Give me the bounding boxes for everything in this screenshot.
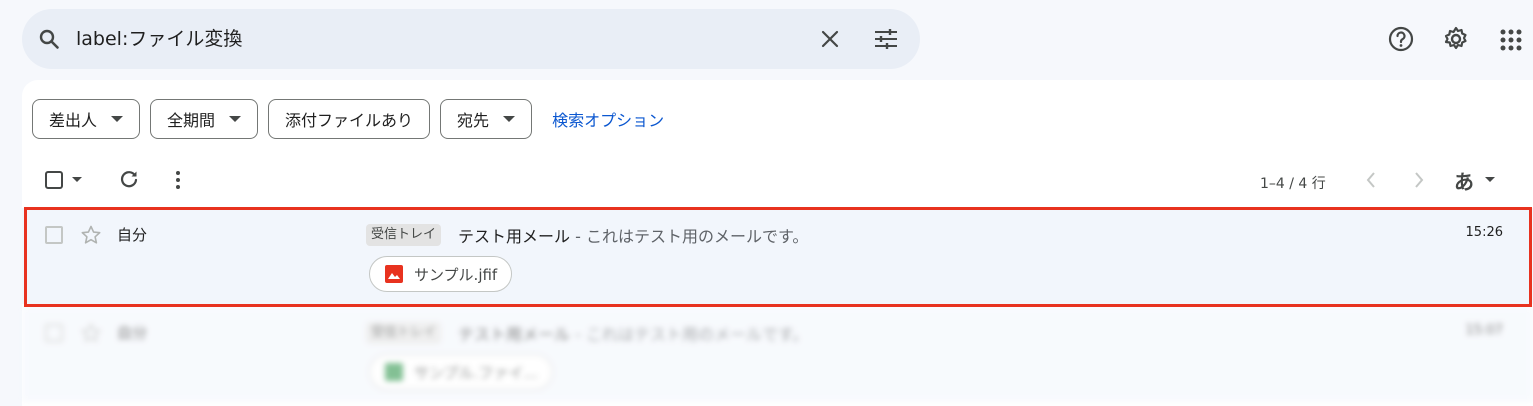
attachment-chip[interactable]: サンプル.jfif <box>369 256 513 292</box>
select-all-checkbox[interactable] <box>44 170 64 190</box>
dropdown-caret-icon <box>111 116 124 122</box>
mail-list-panel: 差出人 全期間 添付ファイルあり 宛先 検索オプション 1–4 / 4 行 あ … <box>22 80 1533 406</box>
attachment-chip[interactable]: サンプル.ファイ... <box>369 354 553 390</box>
settings-gear-icon[interactable] <box>1442 25 1470 53</box>
star-icon[interactable] <box>80 322 102 344</box>
sheet-icon <box>385 363 403 381</box>
list-toolbar: 1–4 / 4 行 あ <box>22 162 1533 198</box>
filter-chip-from[interactable]: 差出人 <box>32 99 141 139</box>
search-options-icon[interactable] <box>873 27 899 51</box>
email-time: 15:26 <box>1465 225 1503 240</box>
email-subject-line: テスト用メール - これはテスト用のメールです。 <box>458 223 808 247</box>
chip-label: 宛先 <box>457 111 490 130</box>
attachment-name: サンプル.ファイ... <box>414 363 538 382</box>
email-row[interactable]: 自分 受信トレイ テスト用メール - これはテスト用のメールです。 15:26 … <box>22 208 1533 304</box>
chip-label: 添付ファイルあり <box>285 111 414 130</box>
chip-label: 全期間 <box>167 111 216 130</box>
email-snippet: - これはテスト用のメールです。 <box>570 325 809 344</box>
gmail-window: label:ファイル変換 差出人 全期間 添付ファイルあり 宛先 検索オプション… <box>0 0 1533 406</box>
advanced-search-link[interactable]: 検索オプション <box>552 107 664 131</box>
label-badge[interactable]: 受信トレイ <box>366 322 442 344</box>
row-checkbox[interactable] <box>45 226 63 244</box>
star-icon[interactable] <box>80 224 102 246</box>
email-subject: テスト用メール <box>458 325 571 344</box>
chevron-left-icon[interactable] <box>1364 170 1378 190</box>
email-subject-line: テスト用メール - これはテスト用のメールです。 <box>458 321 808 345</box>
row-checkbox[interactable] <box>45 324 63 342</box>
input-tools-button[interactable]: あ <box>1454 166 1474 195</box>
email-time: 15:07 <box>1465 323 1503 338</box>
filter-chip-has-attachment[interactable]: 添付ファイルあり <box>268 99 431 139</box>
help-icon[interactable] <box>1387 25 1415 53</box>
label-badge[interactable]: 受信トレイ <box>366 224 442 246</box>
pagination-count: 1–4 / 4 行 <box>1260 176 1326 192</box>
close-icon[interactable] <box>818 27 842 51</box>
chip-label: 差出人 <box>49 111 98 130</box>
email-row[interactable]: 自分 受信トレイ テスト用メール - これはテスト用のメールです。 15:07 … <box>22 306 1533 402</box>
search-filter-chips: 差出人 全期間 添付ファイルあり 宛先 検索オプション <box>32 99 664 139</box>
filter-chip-to[interactable]: 宛先 <box>440 99 533 139</box>
search-input[interactable]: label:ファイル変換 <box>76 27 242 51</box>
dropdown-caret-icon <box>503 116 516 122</box>
dropdown-caret-icon <box>229 116 242 122</box>
image-icon <box>385 265 403 283</box>
filter-chip-date[interactable]: 全期間 <box>150 99 259 139</box>
search-icon[interactable] <box>37 27 61 51</box>
email-snippet: - これはテスト用のメールです。 <box>570 227 809 246</box>
more-options-icon[interactable] <box>172 169 184 191</box>
email-subject: テスト用メール <box>458 227 571 246</box>
select-dropdown-icon[interactable] <box>71 176 83 184</box>
email-sender: 自分 <box>117 226 148 244</box>
apps-grid-icon[interactable] <box>1497 26 1525 54</box>
chevron-right-icon[interactable] <box>1412 170 1426 190</box>
attachment-name: サンプル.jfif <box>414 265 498 284</box>
input-tools-dropdown-icon[interactable] <box>1484 176 1496 184</box>
email-sender: 自分 <box>117 324 148 342</box>
refresh-icon[interactable] <box>118 169 140 191</box>
search-bar[interactable]: label:ファイル変換 <box>22 9 920 69</box>
